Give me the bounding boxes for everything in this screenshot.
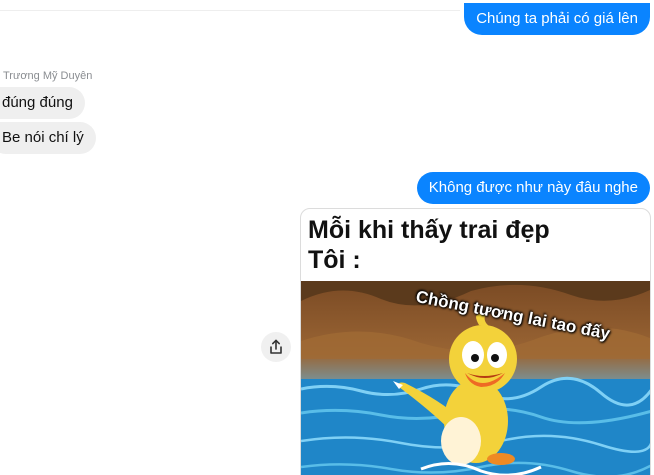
share-button[interactable] (261, 332, 291, 362)
chat-thread: Chúng ta phải có giá lên Trương Mỹ Duyên… (0, 0, 654, 475)
message-bubble-outgoing[interactable]: Chúng ta phải có giá lên (464, 3, 650, 35)
meme-image-attachment[interactable]: Mỗi khi thấy trai đẹp Tôi : Chồng tương … (300, 208, 651, 475)
message-bubble-incoming[interactable]: đúng đúng (0, 87, 85, 119)
divider (0, 10, 460, 11)
message-bubble-incoming[interactable]: Be nói chí lý (0, 122, 96, 154)
share-icon (270, 339, 282, 354)
meme-caption: Mỗi khi thấy trai đẹp Tôi : (308, 215, 550, 275)
meme-caption-line: Mỗi khi thấy trai đẹp (308, 216, 550, 244)
meme-caption-line: Tôi : (308, 246, 361, 274)
message-bubble-outgoing[interactable]: Không được như này đâu nghe (416, 172, 650, 204)
sender-name: Trương Mỹ Duyên (3, 70, 93, 82)
